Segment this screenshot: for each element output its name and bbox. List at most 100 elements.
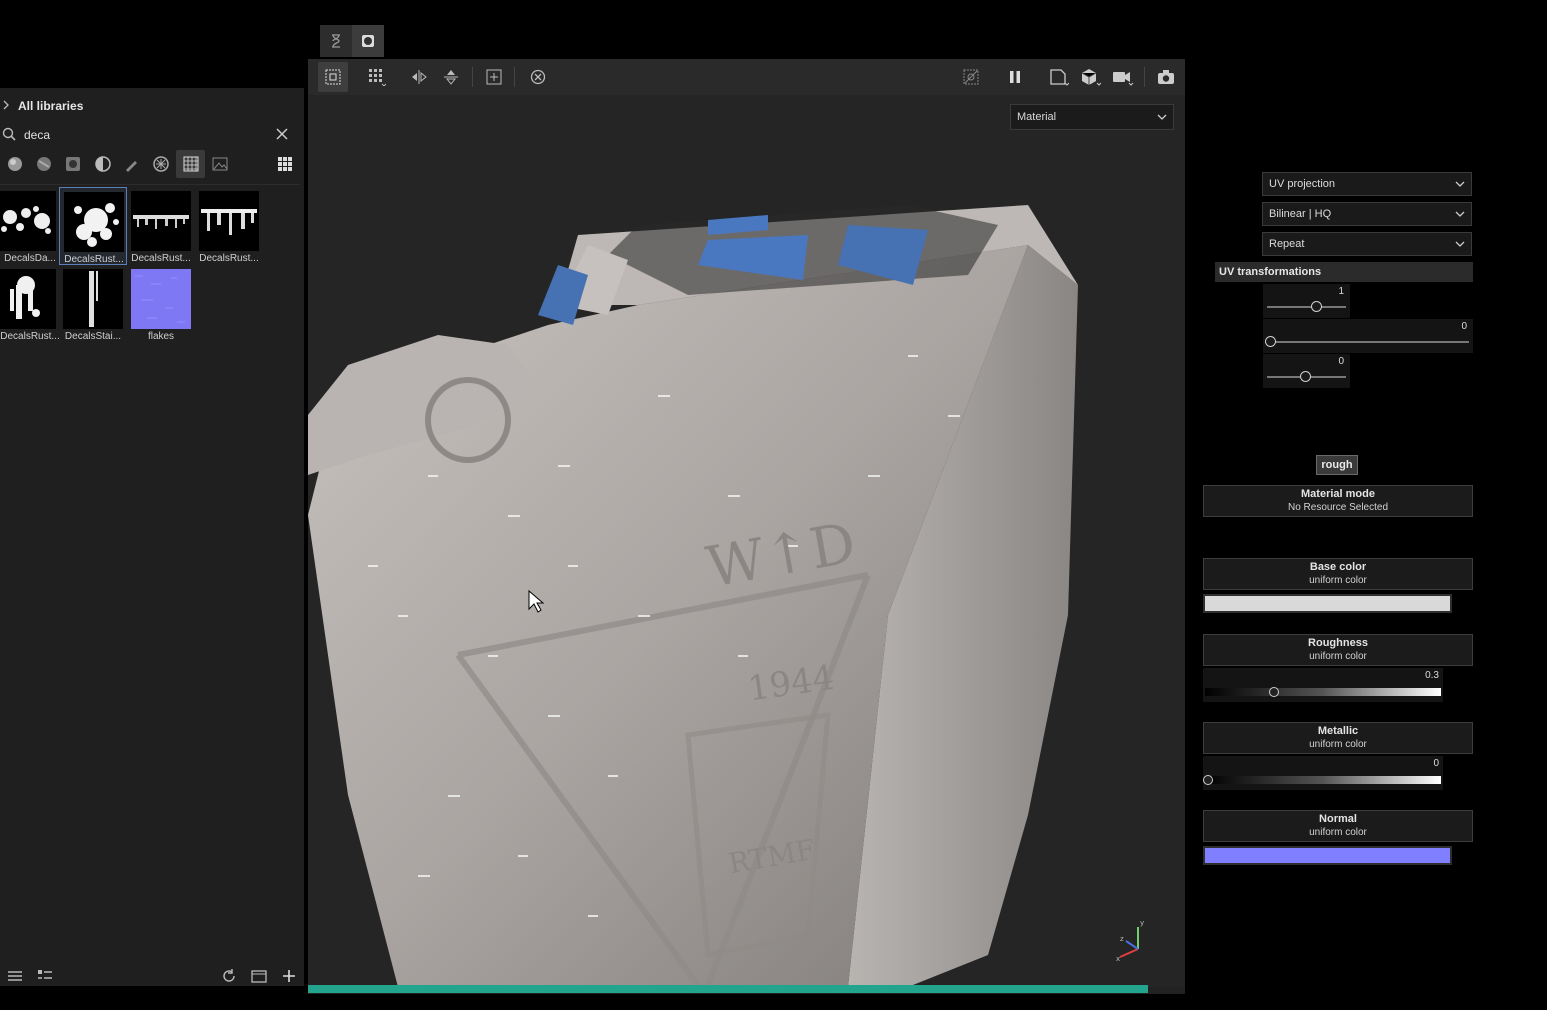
slider-handle[interactable] bbox=[1203, 775, 1213, 785]
material-filter-icon[interactable] bbox=[0, 150, 29, 178]
environment-filter-icon[interactable] bbox=[205, 150, 234, 178]
roughness-card[interactable]: Roughness uniform color bbox=[1203, 634, 1473, 666]
normal-card[interactable]: Normal uniform color bbox=[1203, 810, 1473, 842]
uv-projection-value: UV projection bbox=[1269, 178, 1336, 190]
fit-frame-icon[interactable] bbox=[479, 62, 509, 92]
hide-icon[interactable] bbox=[956, 62, 986, 92]
pause-icon[interactable] bbox=[1000, 62, 1030, 92]
slider-handle[interactable] bbox=[1265, 336, 1276, 347]
screenshot-camera-icon[interactable] bbox=[1151, 62, 1181, 92]
library-item-label: DecalsRust... bbox=[131, 253, 191, 264]
material-ball-icon[interactable] bbox=[352, 25, 384, 57]
normal-map-thumbnail bbox=[131, 269, 191, 329]
slider-handle[interactable] bbox=[1311, 301, 1322, 312]
mask-filter-icon[interactable] bbox=[59, 150, 88, 178]
chevron-down-icon bbox=[1455, 179, 1465, 191]
slider-handle[interactable] bbox=[1269, 687, 1279, 697]
gradient-track bbox=[1205, 776, 1441, 784]
library-header[interactable]: All libraries bbox=[0, 96, 304, 116]
library-item[interactable]: DecalsDa... bbox=[0, 187, 60, 265]
roughness-amount[interactable]: 0.3 bbox=[1425, 670, 1439, 681]
library-item-label: DecalsRust... bbox=[0, 331, 60, 342]
roughness-value: uniform color bbox=[1309, 651, 1367, 662]
filtering-select[interactable]: Bilinear | HQ bbox=[1262, 202, 1472, 226]
normal-swatch[interactable] bbox=[1203, 846, 1452, 865]
uv-offset-slider[interactable]: 0 bbox=[1263, 354, 1350, 388]
axis-gizmo-icon: y z x bbox=[1116, 919, 1144, 963]
metallic-value: uniform color bbox=[1309, 739, 1367, 750]
base-color-card[interactable]: Base color uniform color bbox=[1203, 558, 1473, 590]
decal-thumbnail bbox=[199, 191, 259, 251]
library-item[interactable]: DecalsRust... bbox=[127, 187, 195, 265]
add-icon[interactable] bbox=[274, 966, 304, 986]
viewport-mode-value: Material bbox=[1017, 111, 1057, 123]
smart-material-filter-icon[interactable] bbox=[29, 150, 58, 178]
chevron-down-icon bbox=[1157, 112, 1167, 124]
base-color-title: Base color bbox=[1309, 561, 1367, 573]
chevron-right-icon[interactable] bbox=[2, 100, 10, 113]
flip-horizontal-icon[interactable] bbox=[404, 62, 434, 92]
view-3d-cube-icon[interactable] bbox=[1076, 62, 1106, 92]
search-input[interactable]: deca bbox=[24, 128, 276, 142]
viewport: W↑D 1944 RTMF y z x Material bbox=[308, 59, 1185, 994]
viewport-toolbar bbox=[308, 59, 1185, 95]
view-2d-icon[interactable] bbox=[1044, 62, 1074, 92]
grid-snap-icon[interactable] bbox=[362, 62, 392, 92]
library-item-selected[interactable]: DecalsRust... bbox=[59, 187, 127, 265]
library-panel: All libraries deca DecalsDa... DecalsRus… bbox=[0, 88, 304, 986]
decal-thumbnail bbox=[63, 269, 123, 329]
hourglass-icon[interactable] bbox=[320, 25, 352, 57]
metallic-slider[interactable]: 0 bbox=[1203, 756, 1443, 790]
metallic-amount[interactable]: 0 bbox=[1433, 758, 1439, 769]
search-icon bbox=[2, 127, 16, 144]
folder-icon[interactable] bbox=[244, 966, 274, 986]
library-title: All libraries bbox=[18, 99, 84, 113]
decal-thumbnail bbox=[0, 191, 56, 251]
slider-handle[interactable] bbox=[1300, 371, 1311, 382]
library-item-label: flakes bbox=[147, 331, 175, 342]
uv-scale-value[interactable]: 1 bbox=[1338, 286, 1344, 297]
uv-transformations-header[interactable]: UV transformations bbox=[1215, 262, 1473, 282]
select-tool-icon[interactable] bbox=[318, 62, 348, 92]
uv-projection-select[interactable]: UV projection bbox=[1262, 172, 1472, 196]
library-item[interactable]: flakes bbox=[127, 265, 195, 343]
material-mode-card[interactable]: Material mode No Resource Selected bbox=[1203, 485, 1473, 517]
uv-rotation-value[interactable]: 0 bbox=[1461, 321, 1467, 332]
brush-filter-icon[interactable] bbox=[117, 150, 146, 178]
grid-view-icon[interactable] bbox=[271, 150, 300, 178]
3d-canvas[interactable]: W↑D 1944 RTMF y z x bbox=[308, 95, 1185, 987]
library-item-label: DecalsStai... bbox=[64, 331, 122, 342]
list-view-icon[interactable] bbox=[0, 966, 30, 986]
reset-transform-icon[interactable] bbox=[523, 62, 553, 92]
metallic-card[interactable]: Metallic uniform color bbox=[1203, 722, 1473, 754]
library-item[interactable]: DecalsRust... bbox=[195, 187, 263, 265]
camera-icon[interactable] bbox=[1108, 62, 1138, 92]
viewport-mode-select[interactable]: Material bbox=[1010, 104, 1174, 130]
tiling-select[interactable]: Repeat bbox=[1262, 232, 1472, 256]
uv-offset-value[interactable]: 0 bbox=[1338, 356, 1344, 367]
material-mode-title: Material mode bbox=[1301, 488, 1375, 500]
flip-vertical-icon[interactable] bbox=[436, 62, 466, 92]
library-item[interactable]: DecalsStai... bbox=[59, 265, 127, 343]
mini-toolbar bbox=[320, 25, 384, 57]
library-bottom-bar bbox=[0, 966, 304, 986]
chevron-down-icon bbox=[1455, 209, 1465, 221]
jerrycan-model: W↑D 1944 RTMF y z x bbox=[308, 205, 1144, 987]
slider-track bbox=[1267, 306, 1346, 308]
resource-tag-button[interactable]: rough bbox=[1316, 455, 1358, 475]
close-icon[interactable] bbox=[276, 127, 288, 143]
generator-filter-icon[interactable] bbox=[88, 150, 117, 178]
library-item[interactable]: DecalsRust... bbox=[0, 265, 60, 343]
metallic-title: Metallic bbox=[1317, 725, 1359, 737]
base-color-swatch[interactable] bbox=[1203, 594, 1452, 613]
library-search[interactable]: deca bbox=[0, 124, 300, 146]
detail-view-icon[interactable] bbox=[30, 966, 60, 986]
uv-rotation-slider[interactable]: 0 bbox=[1263, 319, 1473, 353]
decal-thumbnail bbox=[64, 192, 124, 252]
particles-filter-icon[interactable] bbox=[147, 150, 176, 178]
uv-scale-slider[interactable]: 1 bbox=[1263, 284, 1350, 318]
library-item-label: DecalsRust... bbox=[64, 254, 124, 265]
refresh-icon[interactable] bbox=[214, 966, 244, 986]
roughness-slider[interactable]: 0.3 bbox=[1203, 668, 1443, 702]
texture-filter-icon[interactable] bbox=[175, 150, 206, 178]
